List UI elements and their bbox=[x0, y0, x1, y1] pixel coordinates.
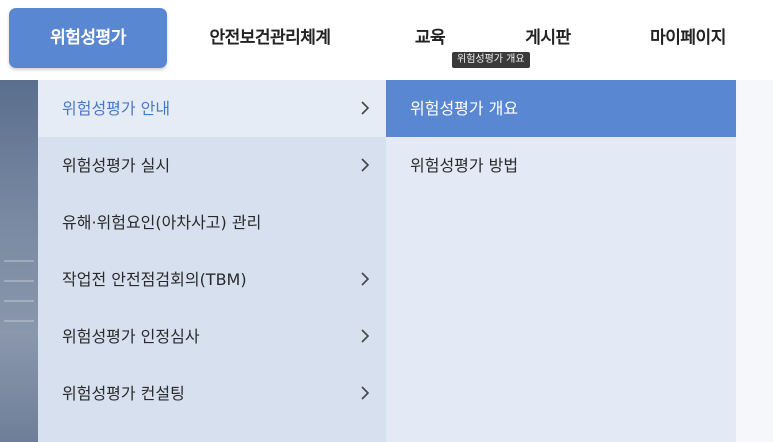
submenu-item-tbm[interactable]: 작업전 안전점검회의(TBM) bbox=[38, 251, 386, 308]
submenu-item-label: 위험성평가 컨설팅 bbox=[62, 384, 185, 403]
chevron-right-icon bbox=[361, 272, 370, 286]
chevron-right-icon bbox=[361, 386, 370, 400]
submenu-level2: 위험성평가 개요 위험성평가 방법 bbox=[386, 80, 736, 442]
submenu-item-risk-overview[interactable]: 위험성평가 개요 bbox=[386, 80, 736, 137]
main-navigation: 위험성평가 안전보건관리체계 교육 게시판 마이페이지 bbox=[0, 0, 773, 80]
tooltip: 위험성평가 개요 bbox=[452, 52, 530, 68]
submenu-item-label: 위험성평가 인정심사 bbox=[62, 327, 200, 346]
chevron-right-icon bbox=[361, 158, 370, 172]
submenu-item-label: 작업전 안전점검회의(TBM) bbox=[62, 270, 247, 289]
submenu-item-label: 유해·위험요인(아차사고) 관리 bbox=[62, 213, 262, 232]
submenu-item-risk-method[interactable]: 위험성평가 방법 bbox=[386, 137, 736, 194]
submenu-item-certification[interactable]: 위험성평가 인정심사 bbox=[38, 308, 386, 365]
background-photo bbox=[0, 80, 38, 442]
submenu-item-risk-conduct[interactable]: 위험성평가 실시 bbox=[38, 137, 386, 194]
submenu-item-hazard-management[interactable]: 유해·위험요인(아차사고) 관리 bbox=[38, 194, 386, 251]
submenu-item-label: 위험성평가 안내 bbox=[62, 99, 171, 118]
nav-item-safety-management-system[interactable]: 안전보건관리체계 bbox=[190, 8, 350, 68]
submenu-item-label: 위험성평가 개요 bbox=[410, 99, 519, 118]
chevron-right-icon bbox=[361, 101, 370, 115]
nav-item-mypage[interactable]: 마이페이지 bbox=[628, 8, 748, 68]
submenu-item-consulting[interactable]: 위험성평가 컨설팅 bbox=[38, 365, 386, 422]
submenu-item-risk-guide[interactable]: 위험성평가 안내 bbox=[38, 80, 386, 137]
submenu-level1: 위험성평가 안내 위험성평가 실시 유해·위험요인(아차사고) 관리 작업전 안… bbox=[38, 80, 386, 442]
background-right bbox=[736, 80, 773, 442]
nav-item-risk-assessment[interactable]: 위험성평가 bbox=[9, 8, 167, 68]
submenu-dropdown: 위험성평가 안내 위험성평가 실시 유해·위험요인(아차사고) 관리 작업전 안… bbox=[38, 80, 738, 442]
chevron-right-icon bbox=[361, 329, 370, 343]
submenu-item-label: 위험성평가 실시 bbox=[62, 156, 171, 175]
submenu-item-label: 위험성평가 방법 bbox=[410, 156, 519, 175]
